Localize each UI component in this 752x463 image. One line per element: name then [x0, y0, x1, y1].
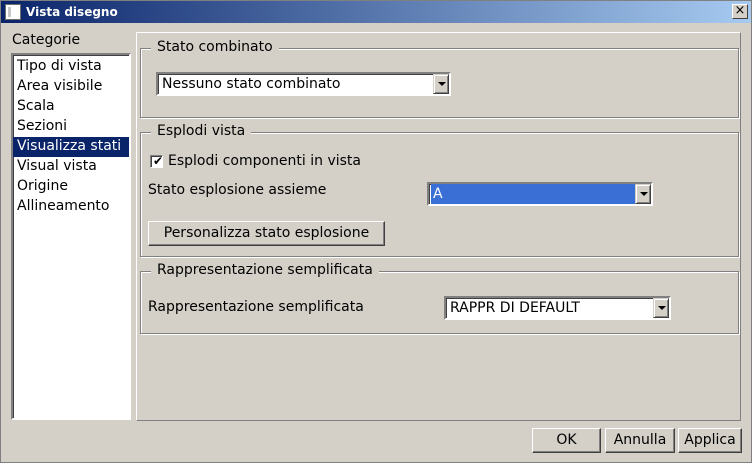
- category-item-area-visibile[interactable]: Area visibile: [13, 77, 129, 97]
- chevron-down-icon[interactable]: [635, 184, 651, 204]
- simplified-group: Rappresentazione semplificata Rappresent…: [140, 262, 739, 334]
- category-item-visualizza-stati[interactable]: Visualizza stati: [13, 137, 129, 157]
- categories-list[interactable]: Tipo di vista Area visibile Scala Sezion…: [11, 53, 131, 420]
- combined-state-select[interactable]: Nessuno stato combinato: [156, 72, 451, 96]
- explode-checkbox[interactable]: ✔: [150, 154, 164, 168]
- simplified-select[interactable]: RAPPR DI DEFAULT: [444, 296, 671, 320]
- settings-panel: Stato combinato Nessuno stato combinato …: [136, 32, 741, 421]
- categories-label: Categorie: [12, 32, 81, 48]
- category-item-scala[interactable]: Scala: [13, 97, 129, 117]
- category-item-allineamento[interactable]: Allineamento: [13, 197, 129, 217]
- explode-state-label: Stato esplosione assieme: [148, 182, 327, 198]
- chevron-down-icon[interactable]: [653, 298, 669, 318]
- combined-state-title: Stato combinato: [151, 39, 279, 55]
- combined-state-group: Stato combinato Nessuno stato combinato: [140, 39, 739, 118]
- simplified-value: RAPPR DI DEFAULT: [450, 300, 580, 316]
- explode-checkbox-label: Esplodi componenti in vista: [168, 153, 361, 169]
- explode-title: Esplodi vista: [151, 123, 252, 139]
- chevron-down-icon[interactable]: [433, 74, 449, 94]
- explode-state-value: A: [431, 184, 636, 204]
- simplified-title: Rappresentazione semplificata: [151, 262, 379, 278]
- close-button[interactable]: ×: [732, 4, 748, 19]
- cancel-button[interactable]: Annulla: [605, 428, 675, 453]
- customize-explode-button[interactable]: Personalizza stato esplosione: [148, 221, 385, 246]
- category-item-tipo-di-vista[interactable]: Tipo di vista: [13, 57, 129, 77]
- category-item-sezioni[interactable]: Sezioni: [13, 117, 129, 137]
- combined-state-value: Nessuno stato combinato: [162, 76, 341, 92]
- ok-button[interactable]: OK: [532, 428, 601, 453]
- category-item-visual-vista[interactable]: Visual vista: [13, 157, 129, 177]
- explode-group: Esplodi vista ✔ Esplodi componenti in vi…: [140, 123, 739, 257]
- dialog-window: Vista disegno × Categorie Tipo di vista …: [0, 0, 752, 463]
- document-icon: [5, 4, 21, 20]
- explode-state-select[interactable]: A: [427, 182, 653, 206]
- simplified-label: Rappresentazione semplificata: [148, 299, 364, 315]
- category-item-origine[interactable]: Origine: [13, 177, 129, 197]
- apply-button[interactable]: Applica: [678, 428, 742, 453]
- window-title: Vista disegno: [26, 5, 118, 19]
- checkmark-icon: ✔: [153, 154, 164, 168]
- title-bar[interactable]: Vista disegno ×: [1, 1, 751, 23]
